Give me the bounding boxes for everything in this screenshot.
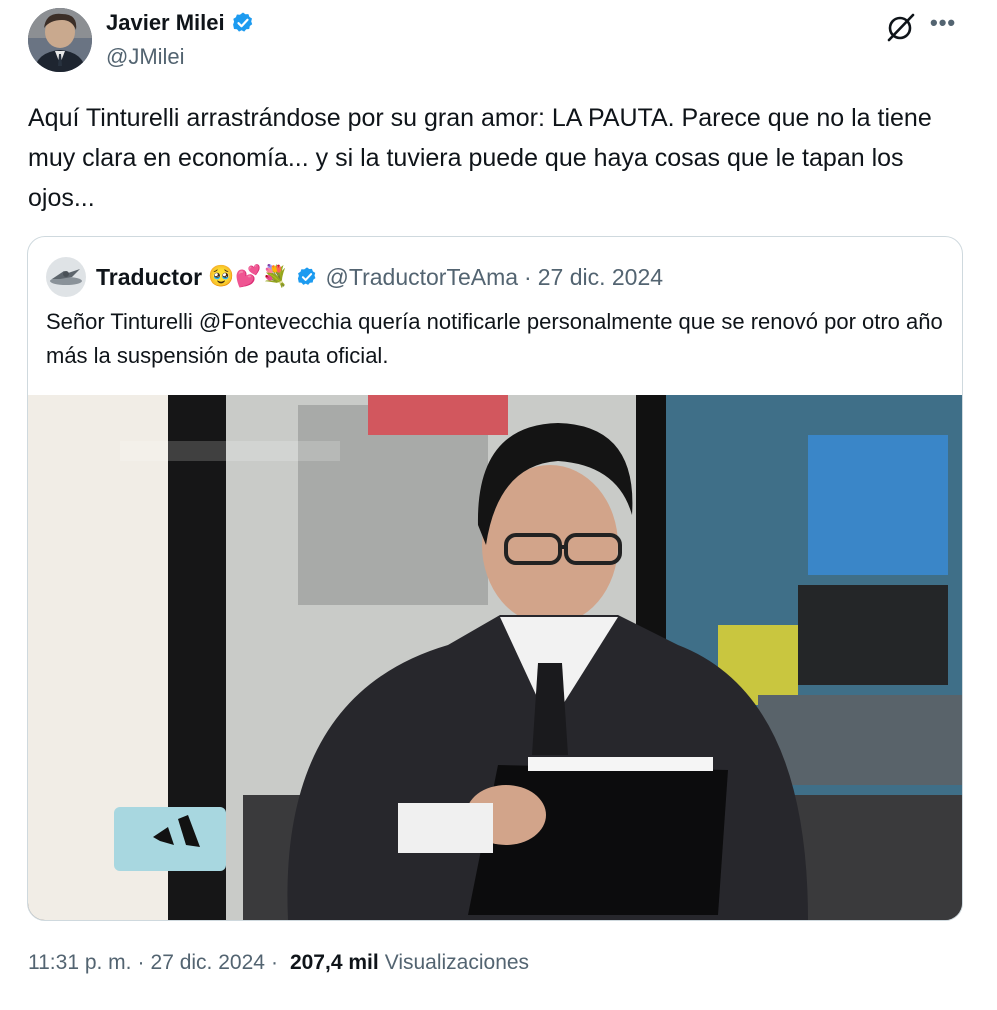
quoted-author-handle[interactable]: @TraductorTeAma <box>326 264 519 291</box>
avatar-image <box>28 8 92 72</box>
quoted-author-emojis: 🥹💕💐 <box>208 265 290 288</box>
quoted-avatar-image <box>46 257 86 297</box>
quoted-date[interactable]: 27 dic. 2024 <box>538 264 663 291</box>
verified-badge-icon <box>232 12 252 32</box>
grok-icon[interactable] <box>884 10 918 44</box>
quoted-video[interactable] <box>28 395 962 920</box>
views-label: Visualizaciones <box>384 951 530 974</box>
quoted-tweet[interactable]: Traductor 🥹💕💐 @TraductorTeAma · 27 dic. … <box>27 236 963 921</box>
tweet-meta: 11:31 p. m. · 27 dic. 2024 · 207,4 mil V… <box>28 951 529 975</box>
meta-separator-2: · <box>270 951 278 974</box>
tweet-card: Javier Milei @JMilei ••• Aquí Tinturelli… <box>0 0 997 1010</box>
views-count[interactable]: 207,4 mil <box>290 951 379 975</box>
meta-separator: · <box>137 951 145 974</box>
quoted-author-avatar[interactable] <box>46 257 86 297</box>
quoted-separator: · <box>524 263 532 290</box>
quoted-author-name[interactable]: Traductor <box>96 264 202 291</box>
quoted-verified-badge-icon <box>297 267 315 285</box>
quoted-tweet-text: Señor Tinturelli @Fontevecchia quería no… <box>46 309 943 368</box>
quoted-tweet-header: Traductor 🥹💕💐 @TraductorTeAma · 27 dic. … <box>46 257 663 297</box>
author-handle[interactable]: @JMilei <box>106 44 255 70</box>
more-icon[interactable]: ••• <box>930 12 956 34</box>
tweet-text: Aquí Tinturelli arrastrándose por su gra… <box>28 104 932 212</box>
author-block: Javier Milei @JMilei <box>106 8 255 70</box>
tweet-time[interactable]: 11:31 p. m. <box>28 951 132 975</box>
tweet-date[interactable]: 27 dic. 2024 <box>151 951 265 975</box>
author-avatar[interactable] <box>28 8 92 72</box>
author-name[interactable]: Javier Milei <box>106 10 225 36</box>
